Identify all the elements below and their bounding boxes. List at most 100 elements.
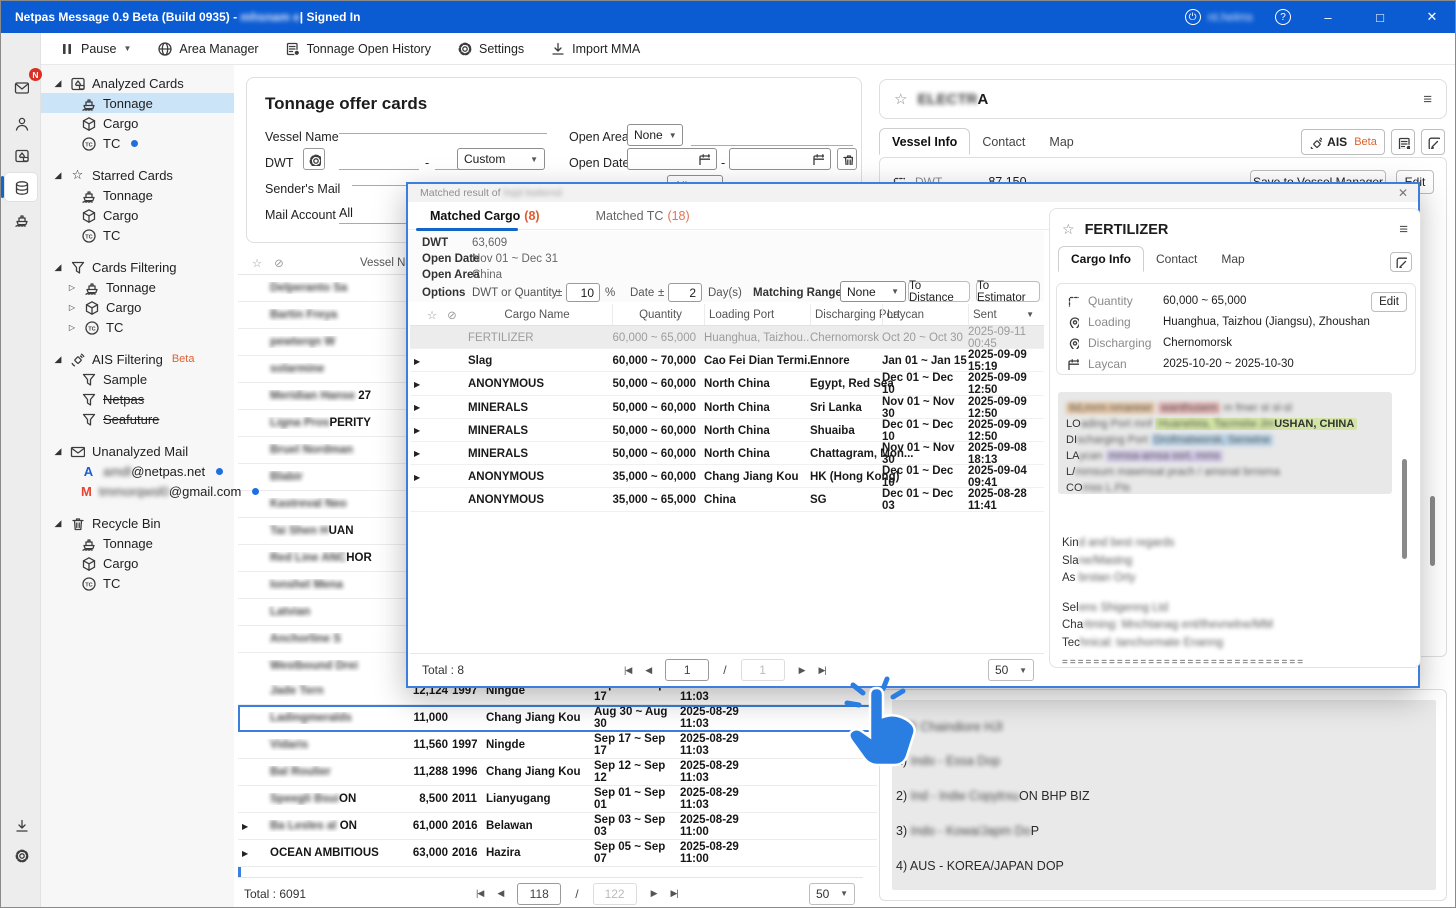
cargo-row[interactable]: ▶ MINERALS 50,000 ~ 60,000 North China S… [410, 419, 1044, 442]
sidebar-item-recycle-tc[interactable]: TC [41, 573, 234, 593]
cargo-row[interactable]: ▶ Slag 60,000 ~ 70,000 Cao Fei Dian Term… [410, 349, 1044, 372]
sidebar-section-unanalyzed-mail[interactable]: ◢Unanalyzed Mail [41, 441, 234, 461]
dwt-settings-button[interactable] [303, 148, 325, 170]
sidebar-item-analyzed-tonnage[interactable]: Tonnage [41, 93, 234, 113]
clear-dates-button[interactable] [837, 148, 857, 170]
settings-button[interactable]: Settings [457, 41, 524, 56]
rail-contacts-button[interactable] [5, 109, 37, 137]
tab-contact[interactable]: Contact [1144, 246, 1209, 272]
expand-row-icon[interactable]: ▶ [410, 449, 422, 458]
sidebar-item-recycle-tonnage[interactable]: Tonnage [41, 533, 234, 553]
modal-close-icon[interactable]: ✕ [1398, 186, 1408, 200]
open-date-to-input[interactable] [729, 148, 831, 170]
rail-analyzed-cards-button[interactable] [5, 173, 37, 201]
next-page-icon[interactable]: ▶ [799, 665, 805, 676]
ais-button[interactable]: AISBeta [1301, 129, 1385, 155]
cargo-row[interactable]: ▶ ANONYMOUS 35,000 ~ 60,000 Chang Jiang … [410, 465, 1044, 488]
sidebar-section-recycle-bin[interactable]: ◢Recycle Bin [41, 513, 234, 533]
quantity-tolerance-input[interactable]: 10 [566, 283, 600, 302]
tonnage-open-history-button[interactable]: Tonnage Open History [285, 41, 431, 56]
tab-vessel-info[interactable]: Vessel Info [879, 128, 970, 155]
sidebar-item-starred-cargo[interactable]: Cargo [41, 205, 234, 225]
tab-map[interactable]: Map [1037, 128, 1085, 155]
last-page-icon[interactable]: ▶| [818, 665, 825, 676]
import-mma-button[interactable]: Import MMA [550, 41, 640, 56]
pause-button[interactable]: Pause▼ [59, 41, 131, 56]
star-icon[interactable]: ☆ [894, 90, 907, 108]
sidebar-item-netpas-account[interactable]: Aamdl@netpas.net [41, 461, 234, 481]
date-tolerance-input[interactable]: 2 [668, 283, 702, 302]
first-page-icon[interactable]: |◀ [476, 888, 483, 899]
tab-map[interactable]: Map [1209, 246, 1256, 272]
rail-download-button[interactable] [5, 811, 37, 839]
sidebar-item-analyzed-tc[interactable]: TC [41, 133, 234, 153]
expand-row-icon[interactable]: ▶ [238, 849, 254, 858]
edit-note-button[interactable] [1390, 252, 1412, 272]
table-row[interactable]: ▶ Ba Lesles al ON 61,000 2016 Belawan Se… [238, 813, 877, 840]
sidebar-item-recycle-cargo[interactable]: Cargo [41, 553, 234, 573]
table-row[interactable]: ▶ Vidaris 11,560 1997 Ningde Sep 17 ~ Se… [238, 732, 877, 759]
rail-cards-button[interactable] [5, 141, 37, 169]
menu-icon[interactable]: ≡ [1399, 221, 1408, 238]
edit-note-button[interactable] [1421, 129, 1445, 155]
sidebar-item-starred-tc[interactable]: TC [41, 225, 234, 245]
sidebar-item-filtering-tc[interactable]: ▷TC [41, 317, 234, 337]
next-page-icon[interactable]: ▶ [651, 888, 657, 899]
scrollbar-thumb[interactable] [1430, 496, 1435, 566]
star-column-icon[interactable]: ☆ [422, 308, 442, 322]
to-estimator-button[interactable]: To Estimator [976, 281, 1040, 302]
sidebar-section-starred-cards[interactable]: ◢☆Starred Cards [41, 165, 234, 185]
prev-page-icon[interactable]: ◀ [645, 665, 651, 676]
sidebar-item-ais-seafuture[interactable]: Seafuture [41, 409, 234, 429]
page-input[interactable]: 118 [517, 883, 561, 905]
tab-contact[interactable]: Contact [970, 128, 1037, 155]
laycan-column[interactable]: Laycan [882, 304, 968, 325]
expand-row-icon[interactable]: ▶ [410, 380, 422, 389]
to-distance-button[interactable]: To Distance [908, 281, 970, 302]
rail-vessels-button[interactable] [5, 205, 37, 233]
page-size-select[interactable]: 50▼ [988, 659, 1034, 681]
sidebar-item-filtering-cargo[interactable]: ▷Cargo [41, 297, 234, 317]
cargo-row[interactable]: ▶ ANONYMOUS 50,000 ~ 60,000 North China … [410, 372, 1044, 395]
matching-range-select[interactable]: None▼ [840, 281, 906, 302]
signed-in-user[interactable]: ⏻nt.helms [1185, 9, 1253, 25]
sort-desc-icon[interactable]: ▼ [1026, 310, 1034, 319]
minimize-button[interactable]: – [1313, 10, 1343, 25]
sidebar-section-cards-filtering[interactable]: ◢Cards Filtering [41, 257, 234, 277]
cargo-row[interactable]: ▶ ANONYMOUS 35,000 ~ 65,000 China SG Dec… [410, 488, 1044, 511]
exclude-column-icon[interactable]: ⊘ [268, 256, 290, 270]
expand-row-icon[interactable]: ▶ [410, 357, 422, 366]
scrollbar-thumb[interactable] [1402, 459, 1407, 559]
sidebar-item-starred-tonnage[interactable]: Tonnage [41, 185, 234, 205]
expand-row-icon[interactable]: ▶ [238, 822, 254, 831]
prev-page-icon[interactable]: ◀ [497, 888, 503, 899]
table-row[interactable]: ▶ Ladingmeralds 11,000 Chang Jiang Kou A… [238, 705, 877, 732]
quantity-column[interactable]: Quantity [612, 304, 704, 325]
expand-row-icon[interactable]: ▶ [410, 473, 422, 482]
star-column-icon[interactable]: ☆ [246, 256, 268, 270]
rail-mail-button[interactable]: N [5, 73, 37, 101]
open-date-from-input[interactable] [627, 148, 717, 170]
area-manager-button[interactable]: Area Manager [157, 41, 258, 56]
rail-settings-button[interactable] [5, 841, 37, 869]
help-icon[interactable]: ? [1275, 9, 1291, 25]
expand-row-icon[interactable]: ▶ [410, 403, 422, 412]
sidebar-item-ais-sample[interactable]: Sample [41, 369, 234, 389]
cargo-row[interactable]: ▶ MINERALS 50,000 ~ 60,000 North China C… [410, 442, 1044, 465]
sidebar-item-ais-netpas[interactable]: Netpas [41, 389, 234, 409]
cargo-row[interactable]: ▶ FERTILIZER 60,000 ~ 65,000 Huanghua, T… [410, 326, 1044, 349]
vessel-name-input[interactable] [339, 114, 547, 134]
page-input[interactable]: 1 [665, 659, 709, 681]
close-button[interactable]: ✕ [1417, 9, 1447, 25]
table-row[interactable]: ▶ Bal Roulier 11,288 1996 Chang Jiang Ko… [238, 759, 877, 786]
table-row[interactable]: ▶ Speegli BsuiON 8,500 2011 Lianyugang S… [238, 786, 877, 813]
last-page-icon[interactable]: ▶| [671, 888, 678, 899]
exclude-column-icon[interactable]: ⊘ [442, 308, 462, 322]
tab-matched-cargo[interactable]: Matched Cargo(8) [430, 209, 540, 223]
table-row[interactable]: ▶ OCEAN AMBITIOUS 63,000 2016 Hazira Sep… [238, 840, 877, 867]
expand-row-icon[interactable]: ▶ [410, 426, 422, 435]
open-area-input[interactable] [691, 126, 853, 146]
edit-button[interactable]: Edit [1371, 292, 1407, 312]
cargo-name-column[interactable]: Cargo Name [462, 309, 612, 321]
cargo-row[interactable]: ▶ MINERALS 50,000 ~ 60,000 North China S… [410, 396, 1044, 419]
